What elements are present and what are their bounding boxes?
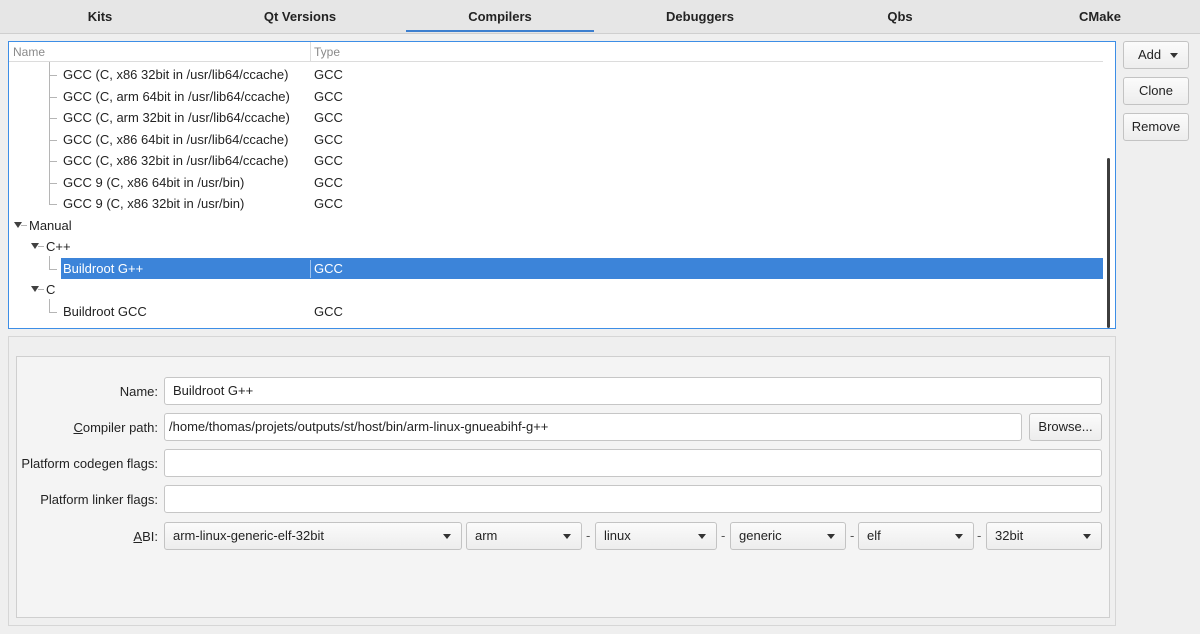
- scrollbar-thumb[interactable]: [1107, 158, 1110, 328]
- tree-row-name: C: [46, 282, 56, 297]
- tab-kits[interactable]: Kits: [0, 0, 200, 33]
- abi-os-value: linux: [604, 528, 631, 543]
- tree-group-cpp[interactable]: C++: [9, 236, 1103, 258]
- tree-row[interactable]: GCC (C, x86 32bit in /usr/lib64/ccache) …: [9, 62, 1103, 86]
- tree-scrollbar[interactable]: [1103, 42, 1115, 328]
- abi-format-value: elf: [867, 528, 881, 543]
- tree-row-type: GCC: [314, 174, 343, 190]
- chevron-down-icon: [698, 534, 706, 539]
- chevron-down-icon: [563, 534, 571, 539]
- tab-qbs[interactable]: Qbs: [800, 0, 1000, 33]
- clone-button[interactable]: Clone: [1123, 77, 1189, 105]
- tab-compilers[interactable]: Compilers: [400, 0, 600, 33]
- tree-row-type: GCC: [314, 260, 343, 276]
- tree-row-type: GCC: [314, 88, 343, 104]
- tree-group-manual[interactable]: Manual: [9, 215, 1103, 237]
- add-button-label: Add: [1138, 47, 1162, 62]
- compiler-path-label: Compiler path:: [73, 420, 158, 435]
- tree-row-name: GCC 9 (C, x86 32bit in /usr/bin): [63, 196, 245, 211]
- tab-cmake[interactable]: CMake: [1000, 0, 1200, 33]
- tree-row-type: GCC: [314, 67, 343, 82]
- abi-width-value: 32bit: [995, 528, 1024, 543]
- tree-row[interactable]: Buildroot GCC GCC: [9, 298, 1103, 323]
- chevron-down-icon: [1170, 53, 1178, 58]
- abi-combo-value: arm-linux-generic-elf-32bit: [173, 528, 324, 543]
- tree-row[interactable]: GCC 9 (C, x86 64bit in /usr/bin) GCC: [9, 169, 1103, 194]
- abi-arch-value: arm: [475, 528, 498, 543]
- abi-os-combo[interactable]: linux: [595, 522, 717, 550]
- abi-flavor-value: generic: [739, 528, 782, 543]
- tab-bar: Kits Qt Versions Compilers Debuggers Qbs…: [0, 0, 1200, 34]
- tree-group-c[interactable]: C: [9, 279, 1103, 301]
- tree-row[interactable]: GCC 9 (C, x86 32bit in /usr/bin) GCC: [9, 191, 1103, 215]
- linker-flags-label: Platform linker flags:: [40, 492, 158, 507]
- linker-flags-field[interactable]: [164, 485, 1102, 513]
- tree-row-name: GCC (C, x86 32bit in /usr/lib64/ccache): [63, 153, 289, 168]
- tree-row-name: GCC (C, x86 64bit in /usr/lib64/ccache): [63, 131, 289, 147]
- tree-row-name: Buildroot GCC: [63, 303, 147, 319]
- tree-header: Name Type: [9, 42, 1103, 62]
- column-header-type[interactable]: Type: [314, 45, 340, 59]
- abi-flavor-combo[interactable]: generic: [730, 522, 846, 550]
- tab-debuggers[interactable]: Debuggers: [600, 0, 800, 33]
- tree-row-type: GCC: [314, 110, 343, 125]
- abi-format-combo[interactable]: elf: [858, 522, 974, 550]
- abi-separator: -: [977, 528, 982, 543]
- abi-width-combo[interactable]: 32bit: [986, 522, 1102, 550]
- tree-row-selected[interactable]: Buildroot G++ GCC: [9, 255, 1103, 279]
- tree-row-name: GCC (C, x86 32bit in /usr/lib64/ccache): [63, 67, 289, 82]
- tree-row-name: GCC (C, arm 32bit in /usr/lib64/ccache): [63, 110, 290, 125]
- tree-row-name: GCC (C, arm 64bit in /usr/lib64/ccache): [63, 88, 290, 104]
- abi-label: ABI:: [133, 529, 158, 544]
- tree-row[interactable]: GCC (C, arm 32bit in /usr/lib64/ccache) …: [9, 105, 1103, 129]
- tree-row-name: Buildroot G++: [63, 260, 144, 276]
- tree-row-type: GCC: [314, 131, 343, 147]
- tree-row-type: GCC: [314, 303, 343, 319]
- tree-row-name: GCC 9 (C, x86 64bit in /usr/bin): [63, 174, 245, 190]
- codegen-flags-field[interactable]: [164, 449, 1102, 477]
- tree-row-name: C++: [46, 239, 71, 254]
- abi-separator: -: [721, 528, 726, 543]
- chevron-down-icon: [827, 534, 835, 539]
- tree-body: GCC (C, x86 32bit in /usr/lib64/ccache) …: [9, 62, 1103, 323]
- compiler-path-field[interactable]: /home/thomas/projets/outputs/st/host/bin…: [164, 413, 1022, 441]
- chevron-down-icon: [1083, 534, 1091, 539]
- add-button[interactable]: Add: [1123, 41, 1189, 69]
- chevron-down-icon: [443, 534, 451, 539]
- tree-row[interactable]: GCC (C, x86 64bit in /usr/lib64/ccache) …: [9, 126, 1103, 151]
- name-field[interactable]: Buildroot G++: [164, 377, 1102, 405]
- codegen-flags-label: Platform codegen flags:: [21, 456, 158, 471]
- tree-row[interactable]: GCC (C, arm 64bit in /usr/lib64/ccache) …: [9, 83, 1103, 108]
- selection-highlight: [61, 257, 1103, 279]
- chevron-down-icon: [955, 534, 963, 539]
- remove-button[interactable]: Remove: [1123, 113, 1189, 141]
- tree-row-type: GCC: [314, 153, 343, 168]
- tree-row-type: GCC: [314, 196, 343, 211]
- column-separator: [310, 42, 311, 62]
- abi-combo[interactable]: arm-linux-generic-elf-32bit: [164, 522, 462, 550]
- tree-row-name: Manual: [29, 217, 72, 233]
- browse-button[interactable]: Browse...: [1029, 413, 1102, 441]
- name-label: Name:: [119, 384, 158, 399]
- compiler-tree[interactable]: Name Type GCC (C, x86 32bit in /usr/lib6…: [8, 41, 1116, 329]
- tree-row[interactable]: GCC (C, x86 32bit in /usr/lib64/ccache) …: [9, 148, 1103, 172]
- column-header-name[interactable]: Name: [13, 45, 45, 59]
- abi-separator: -: [586, 528, 591, 543]
- abi-arch-combo[interactable]: arm: [466, 522, 582, 550]
- abi-separator: -: [850, 528, 855, 543]
- tab-qt-versions[interactable]: Qt Versions: [200, 0, 400, 33]
